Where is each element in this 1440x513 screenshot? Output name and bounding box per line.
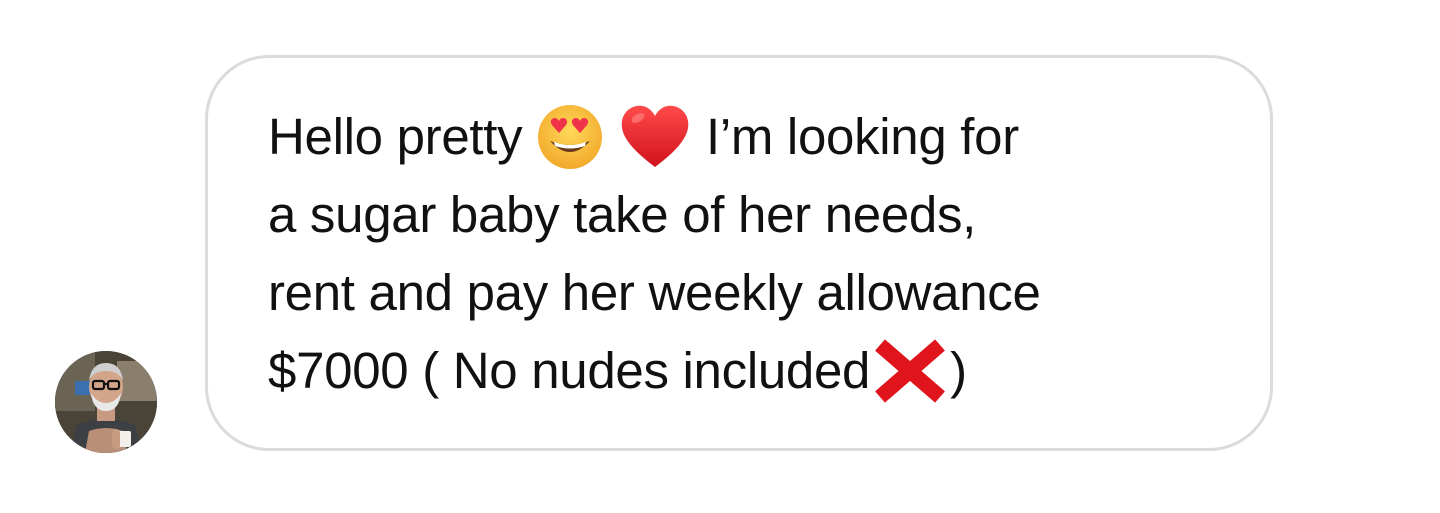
message-line-4: $7000 ( No nudes included ) [268,332,1248,410]
chat-thread: Hello pretty I’m looking for a sugar bab… [0,0,1440,513]
avatar[interactable] [55,351,157,453]
message-line-1-start: Hello pretty [268,108,537,165]
message-line-4-start: $7000 ( No nudes included [268,342,871,399]
message-line-3: rent and pay her weekly allowance [268,264,1041,321]
message-line-4-end: ) [950,342,967,399]
red-heart-emoji-icon [618,103,692,171]
message-line-1-end: I’m looking for [692,108,1019,165]
cross-mark-emoji-icon [870,335,950,407]
message-bubble[interactable]: Hello pretty I’m looking for a sugar bab… [205,55,1273,451]
message-line-2: a sugar baby take of her needs, [268,186,977,243]
message-text: Hello pretty I’m looking for a sugar bab… [268,98,1248,410]
avatar-photo [55,351,157,453]
message-line-1: Hello pretty I’m looking for [268,98,1248,176]
heart-eyes-emoji-icon [536,103,604,171]
